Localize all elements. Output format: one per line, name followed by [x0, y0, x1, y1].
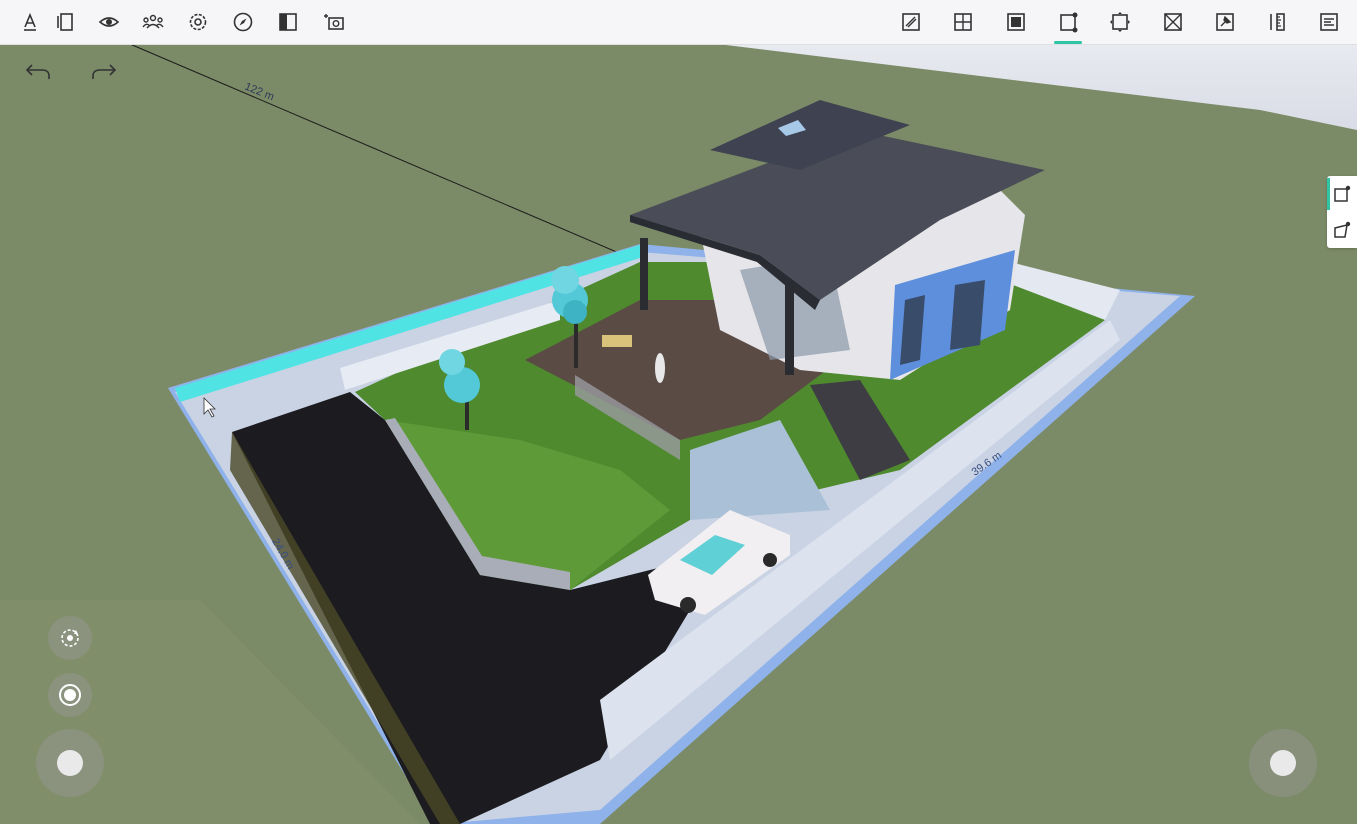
rectangle-node-icon[interactable]: [1327, 176, 1357, 212]
orbit-button[interactable]: [48, 616, 92, 660]
resize-frame-icon[interactable]: [1104, 6, 1136, 38]
draw-area-icon[interactable]: [895, 6, 927, 38]
look-joystick[interactable]: [1249, 729, 1317, 797]
text-align-icon[interactable]: [1313, 6, 1345, 38]
redo-arrow-icon: [92, 64, 117, 79]
cross-box-icon[interactable]: [1157, 6, 1189, 38]
active-tool-indicator: [1054, 41, 1082, 44]
center-button[interactable]: [48, 673, 92, 717]
center-target-icon: [59, 684, 81, 706]
fill-square-icon[interactable]: [1000, 6, 1032, 38]
orbit-rotate-icon: [61, 629, 79, 647]
undo-arrow-icon: [25, 64, 50, 79]
pin-icon[interactable]: [1209, 6, 1241, 38]
split-view-icon[interactable]: [272, 6, 304, 38]
polygon-node-icon[interactable]: [1327, 212, 1357, 248]
people-icon[interactable]: [137, 6, 169, 38]
grid-cross-icon[interactable]: [947, 6, 979, 38]
ruler-icon[interactable]: [1261, 6, 1293, 38]
side-tool-panel: [1327, 176, 1357, 248]
eye-icon[interactable]: [93, 6, 125, 38]
joystick-knob[interactable]: [57, 750, 83, 776]
top-toolbar: [0, 0, 1357, 45]
settings-icon[interactable]: [182, 6, 214, 38]
undo-button[interactable]: [20, 58, 56, 86]
panels-icon[interactable]: [50, 6, 82, 38]
move-joystick[interactable]: [36, 729, 104, 797]
text-edit-icon[interactable]: [14, 6, 46, 38]
3d-viewport[interactable]: [0, 0, 1357, 824]
joystick-knob[interactable]: [1270, 750, 1296, 776]
ar-camera-icon[interactable]: [318, 6, 350, 38]
compass-icon[interactable]: [227, 6, 259, 38]
edit-corners-icon[interactable]: [1052, 6, 1084, 38]
redo-button[interactable]: [86, 58, 122, 86]
